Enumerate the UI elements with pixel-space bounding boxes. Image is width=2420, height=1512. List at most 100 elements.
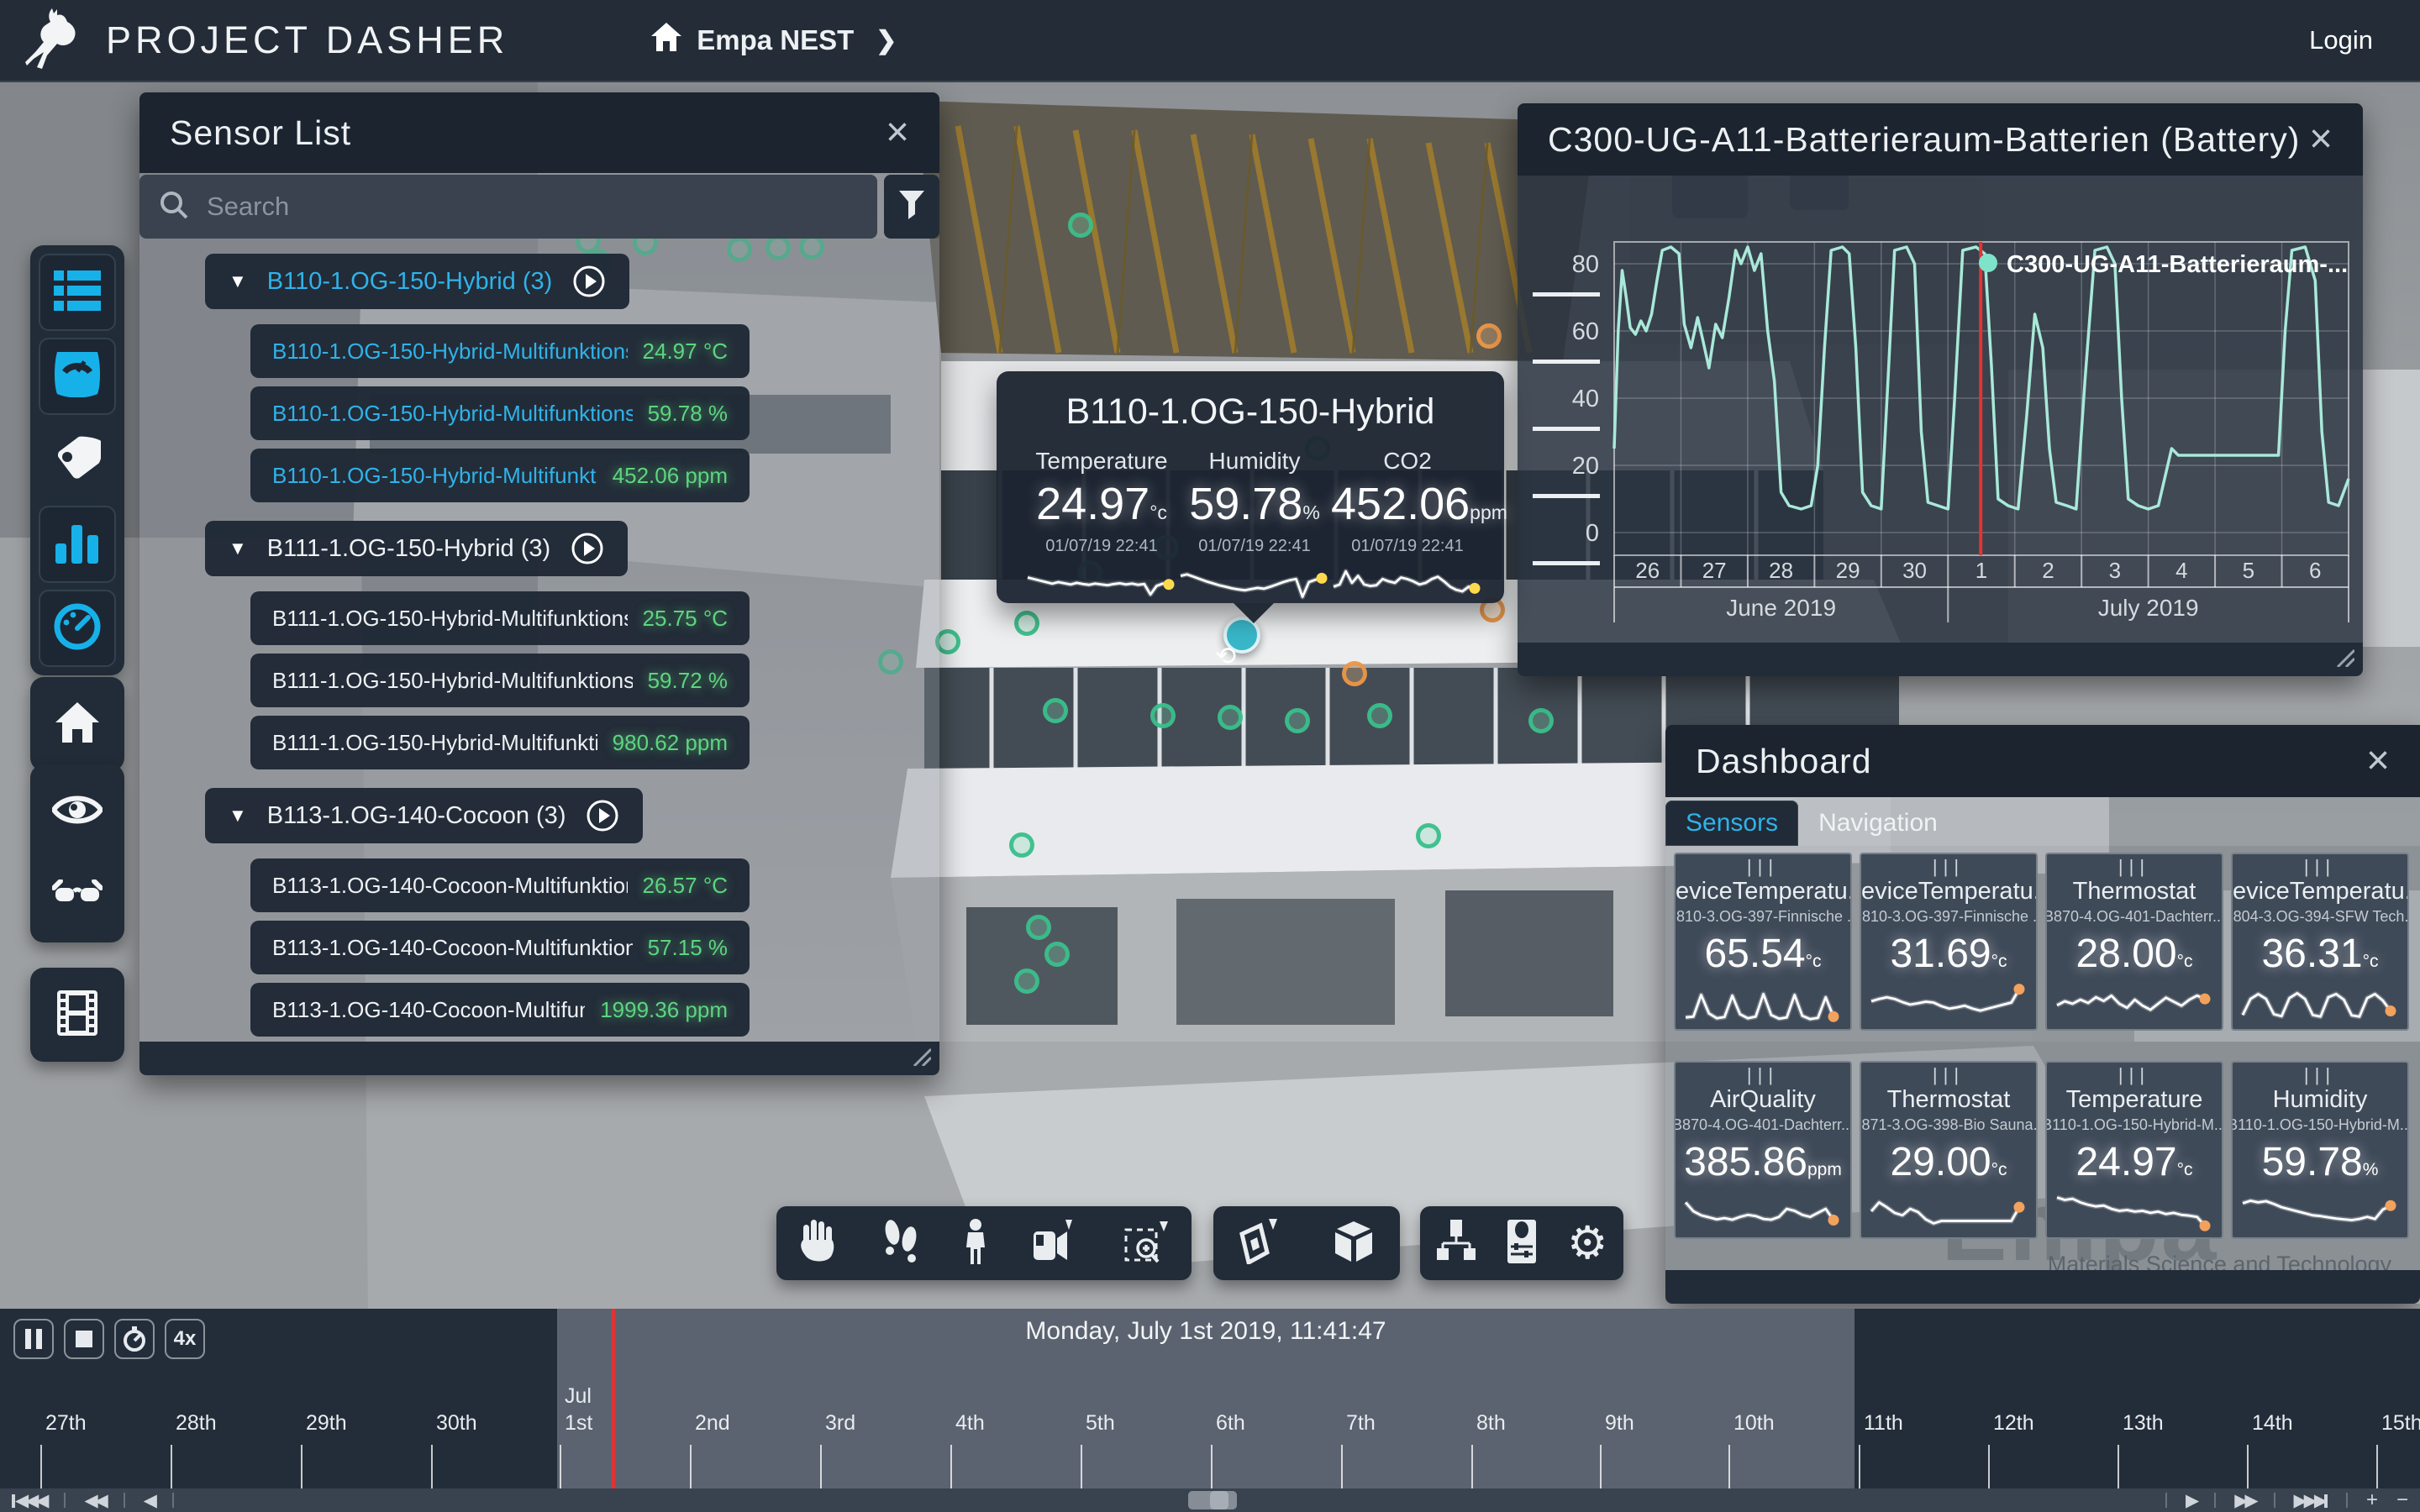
person-icon[interactable] xyxy=(965,1219,986,1268)
sensor-marker-green[interactable] xyxy=(1416,823,1441,848)
step-back-icon[interactable]: ◀ xyxy=(144,1490,154,1511)
close-icon[interactable]: × xyxy=(2309,119,2333,160)
dashboard-card[interactable]: |||ThermostatB871-3.OG-398-Bio Sauna...2… xyxy=(1860,1061,2038,1239)
sensor-marker-orange[interactable] xyxy=(1476,323,1502,349)
sensor-marker-green[interactable] xyxy=(1009,832,1034,858)
card-sensor-type: DeviceTemperatu... xyxy=(1860,878,2038,906)
dashboard-header[interactable]: Dashboard × xyxy=(1665,725,2420,797)
skip-to-start-icon[interactable]: ◀◀◀ xyxy=(12,1490,45,1511)
camera-icon[interactable] xyxy=(1034,1220,1077,1268)
chart-panel-header[interactable]: C300-UG-A11-Batterieraum-Batterien (Batt… xyxy=(1518,103,2363,176)
sensor-item[interactable]: B110-1.OG-150-Hybrid-Multifunktionsfühle… xyxy=(250,386,750,440)
card-drag-handle-icon[interactable]: ||| xyxy=(1933,858,1965,876)
fast-rewind-icon[interactable]: ◀◀ xyxy=(84,1490,104,1511)
zoom-out-timeline-icon[interactable]: − xyxy=(2396,1488,2408,1512)
sensor-marker-green[interactable] xyxy=(1285,708,1310,733)
sensor-marker-green[interactable] xyxy=(1367,703,1392,728)
tag-button[interactable] xyxy=(39,422,116,499)
skip-to-end-icon[interactable]: ▶▶▶ xyxy=(2294,1490,2328,1511)
card-drag-handle-icon[interactable]: ||| xyxy=(1747,1066,1779,1084)
chart-body[interactable]: 0204060802627282930123456June 2019July 2… xyxy=(1518,176,2363,643)
card-drag-handle-icon[interactable]: ||| xyxy=(2118,858,2150,876)
dashboard-card[interactable]: |||DeviceTemperatu...B804-3.OG-394-SFW T… xyxy=(2231,853,2409,1031)
step-forward-icon[interactable]: ▶ xyxy=(2186,1490,2196,1511)
pause-button[interactable] xyxy=(13,1319,54,1359)
gauge-button[interactable] xyxy=(39,590,116,667)
sensor-group-header[interactable]: ▼B113-1.OG-140-Cocoon (3) xyxy=(205,788,643,843)
scrub-handle[interactable] xyxy=(1188,1491,1237,1509)
sensor-marker-green[interactable] xyxy=(1150,703,1176,728)
sensor-list-header[interactable]: Sensor List × xyxy=(139,92,939,173)
resize-grip-icon[interactable] xyxy=(909,1044,931,1070)
dashboard-card[interactable]: |||AirQualityB870-4.OG-401-Dachterr...38… xyxy=(1674,1061,1852,1239)
dashboard-card[interactable]: |||HumidityB110-1.OG-150-Hybrid-M...59.7… xyxy=(2231,1061,2409,1239)
sensor-marker-orange[interactable] xyxy=(1342,661,1367,686)
loop-button[interactable] xyxy=(114,1319,155,1359)
sensor-item[interactable]: B110-1.OG-150-Hybrid-Multifunktionsfühle… xyxy=(250,449,750,502)
fast-forward-icon[interactable]: ▶▶ xyxy=(2234,1490,2254,1511)
play-circle-icon[interactable] xyxy=(571,532,604,565)
timeline[interactable]: Monday, July 1st 2019, 11:41:47 4x 27th2… xyxy=(0,1309,2420,1488)
animation-button[interactable] xyxy=(39,976,116,1053)
timeline-playhead[interactable] xyxy=(612,1309,615,1488)
card-drag-handle-icon[interactable]: ||| xyxy=(1933,1066,1965,1084)
orbit-view-icon[interactable] xyxy=(1239,1219,1282,1268)
close-icon[interactable]: × xyxy=(886,113,909,153)
close-icon[interactable]: × xyxy=(2366,741,2390,781)
region-zoom-icon[interactable] xyxy=(1124,1220,1168,1268)
breadcrumb[interactable]: Empa NEST ❯ xyxy=(651,23,897,58)
sensor-item[interactable]: B111-1.OG-150-Hybrid-Multifunktionsfühle… xyxy=(250,654,750,707)
tab-sensors[interactable]: Sensors xyxy=(1665,801,1798,846)
tab-navigation[interactable]: Navigation xyxy=(1798,801,1958,846)
sensor-marker-green[interactable] xyxy=(1014,611,1039,636)
collapse-triangle-icon[interactable]: ▼ xyxy=(229,538,247,559)
walk-icon[interactable] xyxy=(884,1219,918,1268)
home-view-button[interactable] xyxy=(39,685,116,763)
filter-button[interactable] xyxy=(884,175,939,239)
dashboard-card[interactable]: |||ThermostatB870-4.OG-401-Dachterr...28… xyxy=(2045,853,2223,1031)
sensor-item[interactable]: B111-1.OG-150-Hybrid-Multifunktionsfühle… xyxy=(250,716,750,769)
sensor-item[interactable]: B113-1.OG-140-Cocoon-Multifunktionsfühle… xyxy=(250,921,750,974)
collapse-triangle-icon[interactable]: ▼ xyxy=(229,805,247,827)
sensor-item[interactable]: B113-1.OG-140-Cocoon-Multifunktionsfühle… xyxy=(250,983,750,1037)
sensor-marker-green[interactable] xyxy=(1528,708,1554,733)
model-structure-icon[interactable] xyxy=(1436,1220,1476,1268)
meter-button[interactable] xyxy=(39,338,116,415)
zoom-in-timeline-icon[interactable]: + xyxy=(2366,1488,2378,1512)
sensor-marker-green[interactable] xyxy=(1043,698,1068,723)
sensor-item[interactable]: B111-1.OG-150-Hybrid-Multifunktionsfühle… xyxy=(250,591,750,645)
pan-hand-icon[interactable] xyxy=(800,1220,837,1268)
sensor-marker-green[interactable] xyxy=(1014,969,1039,994)
card-drag-handle-icon[interactable]: ||| xyxy=(1747,858,1779,876)
visibility-button[interactable] xyxy=(39,773,116,850)
sensor-list-button[interactable] xyxy=(39,254,116,331)
stop-button[interactable] xyxy=(64,1319,104,1359)
sensor-marker-green[interactable] xyxy=(1044,942,1070,967)
settings-gear-icon[interactable]: ⚙ xyxy=(1567,1221,1607,1266)
dashboard-card[interactable]: |||DeviceTemperatu...B810-3.OG-397-Finni… xyxy=(1860,853,2038,1031)
charts-button[interactable] xyxy=(39,506,116,583)
sensor-item[interactable]: B113-1.OG-140-Cocoon-Multifunktionsfühle… xyxy=(250,858,750,912)
sensor-group-header[interactable]: ▼B110-1.OG-150-Hybrid (3) xyxy=(205,254,629,309)
cube-icon[interactable] xyxy=(1332,1220,1376,1268)
sensor-group-header[interactable]: ▼B111-1.OG-150-Hybrid (3) xyxy=(205,521,628,576)
sensor-marker-green[interactable] xyxy=(1068,213,1093,238)
collapse-triangle-icon[interactable]: ▼ xyxy=(229,270,247,292)
play-circle-icon[interactable] xyxy=(586,799,619,832)
sensor-marker-green[interactable] xyxy=(1026,915,1051,940)
sensor-item[interactable]: B110-1.OG-150-Hybrid-Multifunktionsfühle… xyxy=(250,324,750,378)
resize-grip-icon[interactable] xyxy=(2333,645,2354,671)
login-button[interactable]: Login xyxy=(2309,25,2373,55)
card-drag-handle-icon[interactable]: ||| xyxy=(2304,1066,2336,1084)
xray-button[interactable] xyxy=(39,857,116,934)
speed-button[interactable]: 4x xyxy=(165,1319,205,1359)
properties-icon[interactable] xyxy=(1507,1220,1536,1268)
dashboard-card[interactable]: |||DeviceTemperatu...B810-3.OG-397-Finni… xyxy=(1674,853,1852,1031)
card-drag-handle-icon[interactable]: ||| xyxy=(2304,858,2336,876)
sensor-marker-green[interactable] xyxy=(1218,705,1243,730)
play-circle-icon[interactable] xyxy=(572,265,606,298)
card-drag-handle-icon[interactable]: ||| xyxy=(2118,1066,2150,1084)
dashboard-card[interactable]: |||TemperatureB110-1.OG-150-Hybrid-M...2… xyxy=(2045,1061,2223,1239)
sensor-search-box[interactable] xyxy=(139,175,877,239)
search-input[interactable] xyxy=(205,191,857,223)
